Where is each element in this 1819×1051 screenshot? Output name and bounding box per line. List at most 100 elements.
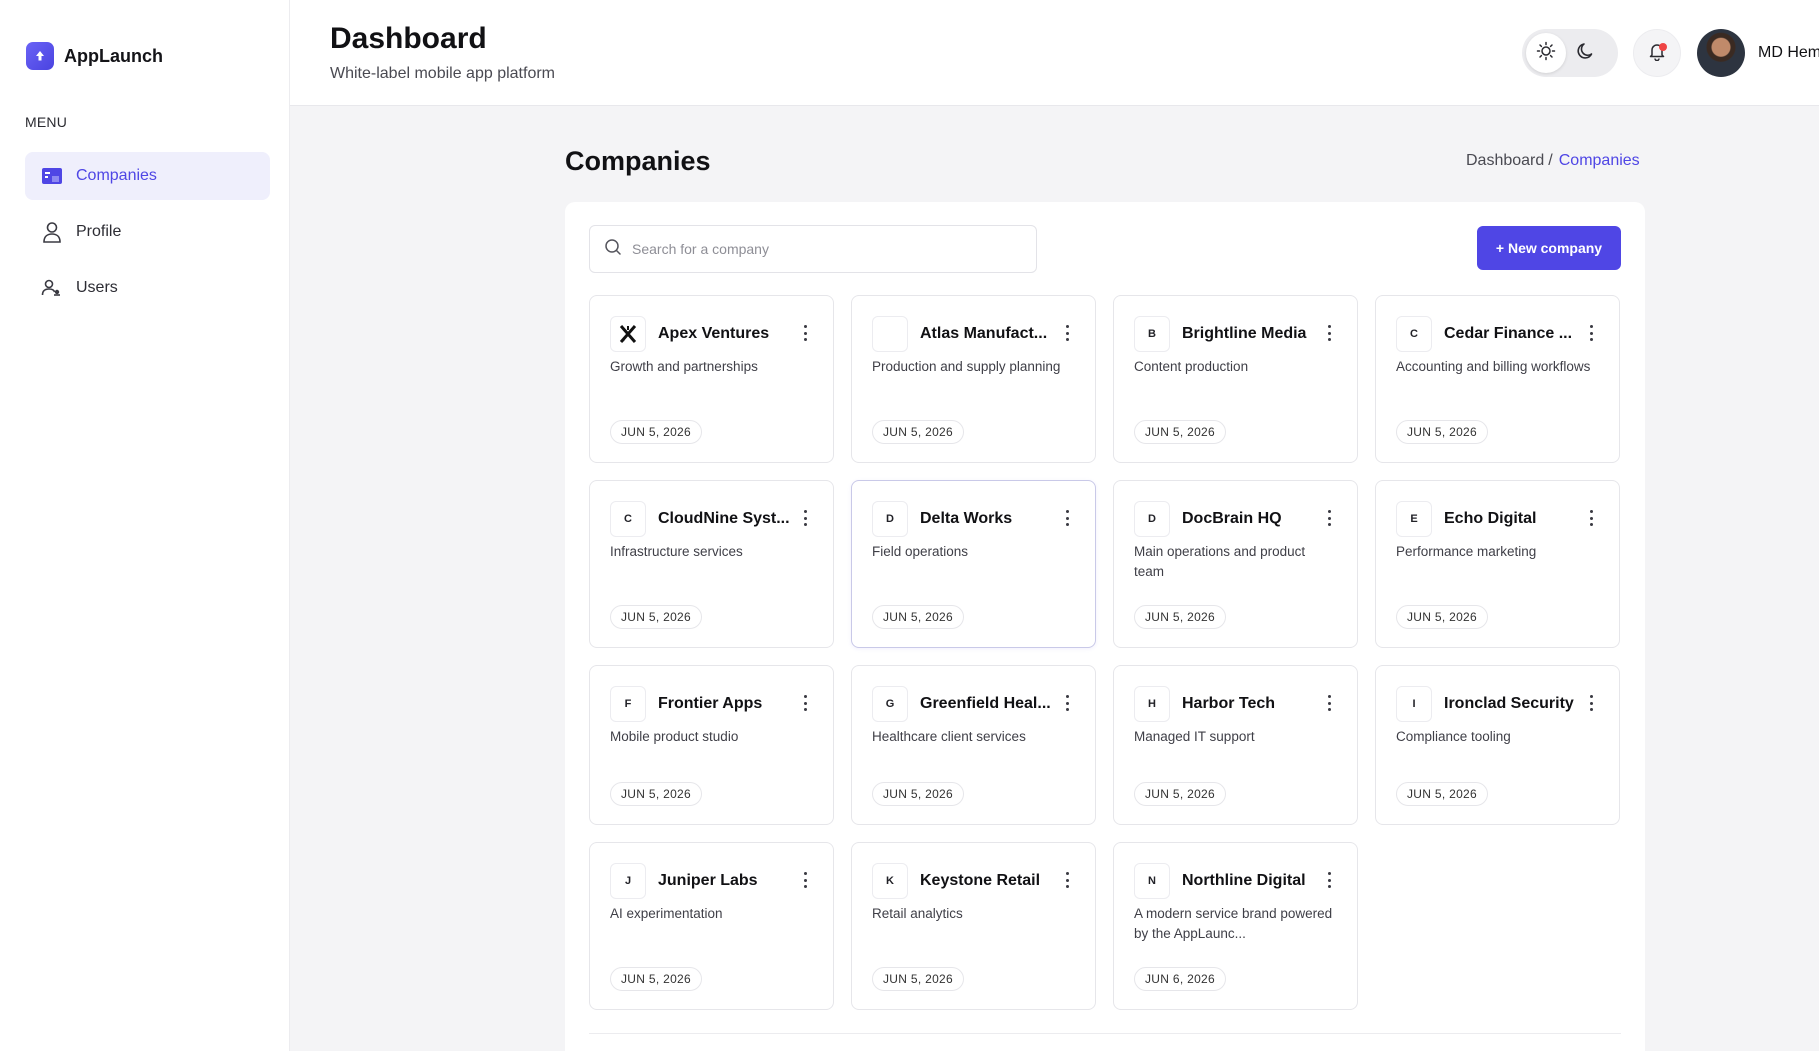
- more-options-icon[interactable]: [1323, 323, 1335, 343]
- company-description: AI experimentation: [610, 906, 723, 921]
- more-options-icon[interactable]: [799, 323, 811, 343]
- company-description: Main operations and product team: [1134, 544, 1306, 579]
- more-options-icon[interactable]: [799, 693, 811, 713]
- new-company-button[interactable]: + New company: [1477, 226, 1621, 270]
- company-initial: C: [1396, 316, 1432, 352]
- company-name[interactable]: Keystone Retail: [920, 872, 1064, 890]
- company-card[interactable]: D DocBrain HQ Main operations and produc…: [1113, 480, 1358, 648]
- sidebar-item-users[interactable]: Users: [25, 264, 270, 312]
- company-initial: F: [610, 686, 646, 722]
- company-card[interactable]: G Greenfield Heal... Healthcare client s…: [851, 665, 1096, 825]
- date-badge: JUN 5, 2026: [1396, 782, 1489, 806]
- search-box[interactable]: [589, 225, 1037, 273]
- company-name[interactable]: Ironclad Security: [1444, 695, 1588, 713]
- company-name[interactable]: Frontier Apps: [658, 695, 802, 713]
- more-options-icon[interactable]: [1323, 870, 1335, 890]
- brand[interactable]: AppLaunch: [26, 42, 163, 70]
- company-description: Infrastructure services: [610, 544, 743, 559]
- company-name[interactable]: Apex Ventures: [658, 325, 802, 343]
- users-icon: [41, 277, 63, 299]
- date-badge: JUN 5, 2026: [1396, 605, 1489, 629]
- company-initial: D: [872, 501, 908, 537]
- company-initial: C: [610, 501, 646, 537]
- more-options-icon[interactable]: [1585, 693, 1597, 713]
- company-card[interactable]: N Northline Digital A modern service bra…: [1113, 842, 1358, 1010]
- company-description: Content production: [1134, 359, 1249, 374]
- company-name[interactable]: Delta Works: [920, 510, 1064, 528]
- company-description: Retail analytics: [872, 906, 963, 921]
- more-options-icon[interactable]: [1585, 508, 1597, 528]
- apex-logo-icon: [610, 316, 646, 352]
- more-options-icon[interactable]: [1323, 508, 1335, 528]
- company-initial: B: [1134, 316, 1170, 352]
- company-description: Healthcare client services: [872, 729, 1026, 744]
- search-input[interactable]: [632, 241, 1012, 257]
- company-name[interactable]: Juniper Labs: [658, 872, 802, 890]
- company-name[interactable]: Cedar Finance ...: [1444, 325, 1588, 343]
- user-icon: [41, 221, 63, 243]
- companies-panel: + New company Apex Ventures Growth and p…: [565, 202, 1645, 1051]
- notifications-button[interactable]: [1633, 29, 1681, 77]
- dark-mode-button[interactable]: [1566, 33, 1606, 73]
- company-name[interactable]: Harbor Tech: [1182, 695, 1326, 713]
- companies-grid: Apex Ventures Growth and partnerships JU…: [589, 295, 1621, 1010]
- company-card[interactable]: J Juniper Labs AI experimentation JUN 5,…: [589, 842, 834, 1010]
- date-badge: JUN 5, 2026: [1134, 605, 1227, 629]
- company-card[interactable]: K Keystone Retail Retail analytics JUN 5…: [851, 842, 1096, 1010]
- more-options-icon[interactable]: [799, 870, 811, 890]
- sidebar-item-companies[interactable]: Companies: [25, 152, 270, 200]
- date-badge: JUN 5, 2026: [872, 782, 965, 806]
- company-description: Compliance tooling: [1396, 729, 1511, 744]
- sidebar-item-label: Companies: [76, 167, 157, 184]
- company-name[interactable]: DocBrain HQ: [1182, 510, 1326, 528]
- blank-logo-icon: [872, 316, 908, 352]
- more-options-icon[interactable]: [1061, 323, 1073, 343]
- company-initial: G: [872, 686, 908, 722]
- theme-toggle[interactable]: [1522, 29, 1618, 77]
- company-card[interactable]: F Frontier Apps Mobile product studio JU…: [589, 665, 834, 825]
- more-options-icon[interactable]: [799, 508, 811, 528]
- more-options-icon[interactable]: [1061, 693, 1073, 713]
- company-card[interactable]: I Ironclad Security Compliance tooling J…: [1375, 665, 1620, 825]
- more-options-icon[interactable]: [1323, 693, 1335, 713]
- light-mode-button[interactable]: [1526, 33, 1566, 73]
- company-description: Managed IT support: [1134, 729, 1255, 744]
- company-initial: J: [610, 863, 646, 899]
- avatar[interactable]: [1697, 29, 1745, 77]
- company-card[interactable]: Apex Ventures Growth and partnerships JU…: [589, 295, 834, 463]
- company-description: Mobile product studio: [610, 729, 739, 744]
- page-title: Dashboard: [330, 22, 487, 55]
- search-icon: [604, 238, 622, 261]
- company-name[interactable]: Northline Digital: [1182, 872, 1326, 890]
- sidebar-item-profile[interactable]: Profile: [25, 208, 270, 256]
- date-badge: JUN 5, 2026: [1134, 420, 1227, 444]
- company-card[interactable]: C CloudNine Syst... Infrastructure servi…: [589, 480, 834, 648]
- breadcrumb: Dashboard / Companies: [1466, 152, 1640, 170]
- company-name[interactable]: Greenfield Heal...: [920, 695, 1064, 713]
- companies-icon: [41, 165, 63, 187]
- company-description: Growth and partnerships: [610, 359, 758, 374]
- company-card[interactable]: C Cedar Finance ... Accounting and billi…: [1375, 295, 1620, 463]
- company-name[interactable]: CloudNine Syst...: [658, 510, 802, 528]
- company-card[interactable]: D Delta Works Field operations JUN 5, 20…: [851, 480, 1096, 648]
- company-description: A modern service brand powered by the Ap…: [1134, 906, 1333, 941]
- date-badge: JUN 5, 2026: [872, 605, 965, 629]
- company-card[interactable]: H Harbor Tech Managed IT support JUN 5, …: [1113, 665, 1358, 825]
- company-name[interactable]: Atlas Manufact...: [920, 325, 1064, 343]
- breadcrumb-home-link[interactable]: Dashboard: [1466, 152, 1544, 170]
- user-name[interactable]: MD Hem: [1758, 44, 1819, 62]
- company-name[interactable]: Echo Digital: [1444, 510, 1588, 528]
- company-card[interactable]: Atlas Manufact... Production and supply …: [851, 295, 1096, 463]
- more-options-icon[interactable]: [1585, 323, 1597, 343]
- more-options-icon[interactable]: [1061, 508, 1073, 528]
- date-badge: JUN 5, 2026: [1396, 420, 1489, 444]
- page-subtitle: White-label mobile app platform: [330, 65, 555, 82]
- sidebar-item-label: Profile: [76, 223, 122, 240]
- company-initial: N: [1134, 863, 1170, 899]
- company-description: Field operations: [872, 544, 969, 559]
- company-name[interactable]: Brightline Media: [1182, 325, 1326, 343]
- company-card[interactable]: B Brightline Media Content production JU…: [1113, 295, 1358, 463]
- company-description: Accounting and billing workflows: [1396, 359, 1591, 374]
- more-options-icon[interactable]: [1061, 870, 1073, 890]
- company-card[interactable]: E Echo Digital Performance marketing JUN…: [1375, 480, 1620, 648]
